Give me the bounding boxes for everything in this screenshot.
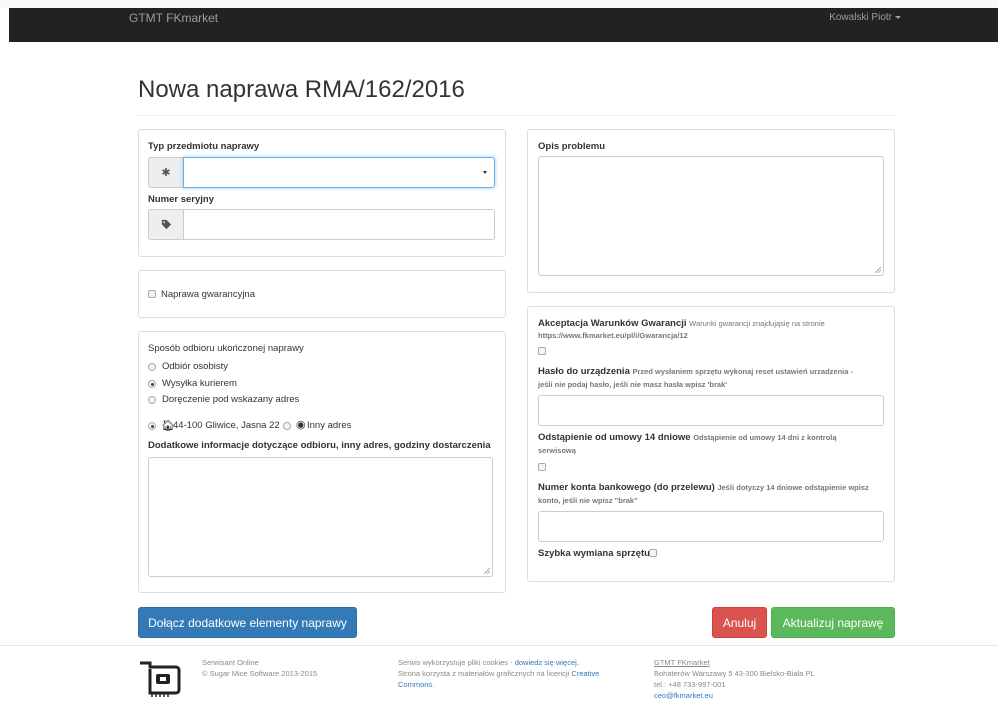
tag-icon: [148, 209, 183, 240]
serial-input[interactable]: [183, 209, 495, 240]
address-option-label: 44-100 Gliwice, Jasna 22: [173, 420, 280, 431]
footer-address: Bohaterów Warszawy 5 43-300 Bielsko-Biał…: [654, 669, 815, 678]
cookies-link[interactable]: dowiedz się więcej.: [515, 658, 579, 667]
pickup-option-label: Odbiór osobisty: [162, 361, 229, 372]
footer-app-name: Serwisant Online: [202, 658, 259, 667]
top-strip: [0, 0, 998, 8]
password-input[interactable]: [538, 395, 884, 426]
footer-contact-block: GTMT FKmarket Bohaterów Warszawy 5 43-30…: [654, 657, 815, 701]
item-type-select[interactable]: [183, 157, 495, 188]
navbar-brand[interactable]: GTMT FKmarket: [129, 11, 218, 25]
footer-info-block: Serwis wykorzystuje pliki cookies - dowi…: [398, 658, 600, 689]
terms-label: Akceptacja Warunków Gwarancji Warunki gw…: [538, 318, 825, 329]
asterisk-icon: ✱: [148, 157, 183, 188]
footer-email-link[interactable]: ceo@fkmarket.eu: [654, 691, 713, 700]
item-type-group: ✱: [148, 157, 495, 188]
password-help: jeśli nie podaj hasło, jeśli nie masz ha…: [538, 380, 728, 389]
warranty-label: Naprawa gwarancyjna: [161, 289, 255, 300]
pickup-option-label: Wysyłka kurierem: [162, 378, 237, 389]
withdrawal-checkbox[interactable]: [538, 463, 546, 471]
terms-checkbox[interactable]: [538, 347, 546, 355]
bank-help: konto, jeśli nie wpisz "brak": [538, 496, 638, 505]
footer-divider: [0, 645, 998, 646]
pickup-radio-personal[interactable]: [148, 363, 156, 371]
quick-swap-label: Szybka wymiana sprzętu: [538, 548, 650, 559]
extra-info-label: Dodatkowe informacje dotyczące odbioru, …: [148, 440, 491, 451]
creative-commons-link-cont[interactable]: Commons: [398, 680, 432, 689]
quick-swap-checkbox[interactable]: [649, 549, 657, 557]
add-elements-button[interactable]: Dołącz dodatkowe elementy naprawy: [138, 607, 357, 638]
extra-info-textarea[interactable]: [148, 457, 493, 577]
cancel-button[interactable]: Anuluj: [712, 607, 767, 638]
update-button[interactable]: Aktualizuj naprawę: [771, 607, 895, 638]
problem-textarea[interactable]: [538, 156, 884, 276]
password-label: Hasło do urządzenia Przed wysłaniem sprz…: [538, 366, 853, 377]
address-radio-default[interactable]: [148, 422, 156, 430]
globe-icon: ◉: [296, 419, 306, 431]
other-address-label: Inny adres: [307, 420, 352, 431]
user-name: Kowalski Piotr: [829, 12, 892, 23]
warranty-checkbox[interactable]: [148, 290, 156, 298]
footer-company[interactable]: GTMT FKmarket: [654, 657, 815, 668]
card-reader-logo-icon: [140, 661, 181, 697]
creative-commons-link[interactable]: Creative: [571, 669, 599, 678]
serial-label: Numer seryjny: [148, 194, 215, 205]
select-caret-icon: [483, 171, 487, 174]
pickup-option-label: Doręczenie pod wskazany adres: [162, 394, 300, 405]
serial-group: [148, 209, 495, 240]
pickup-title: Sposób odbioru ukończonej naprawy: [148, 343, 304, 354]
pickup-radio-delivery[interactable]: [148, 396, 156, 404]
resize-grip-icon[interactable]: [484, 568, 490, 574]
bank-label: Numer konta bankowego (do przelewu) Jeśl…: [538, 482, 869, 493]
resize-grip-icon[interactable]: [875, 267, 881, 273]
footer-brand-block: Serwisant Online © Sugar Mice Software 2…: [202, 657, 317, 679]
address-radio-other[interactable]: [283, 422, 291, 430]
item-type-label: Typ przedmiotu naprawy: [148, 141, 260, 152]
caret-down-icon: [895, 15, 901, 19]
pickup-radio-courier[interactable]: [148, 380, 156, 388]
page-title: Nowa naprawa RMA/162/2016: [138, 76, 465, 103]
title-divider: [138, 115, 895, 116]
footer-phone: tel.: +48 733-997-001: [654, 680, 726, 689]
footer-copyright: © Sugar Mice Software 2013-2015: [202, 669, 318, 678]
withdrawal-label: Odstąpienie od umowy 14 dniowe Odstąpien…: [538, 432, 837, 443]
bank-account-input[interactable]: [538, 511, 884, 542]
user-menu[interactable]: Kowalski Piotr: [829, 12, 901, 23]
terms-help: https://www.fkmarket.eu/pl/i/Gwarancja/1…: [538, 331, 688, 340]
withdrawal-help: serwisową: [538, 446, 576, 455]
problem-label: Opis problemu: [538, 141, 606, 152]
